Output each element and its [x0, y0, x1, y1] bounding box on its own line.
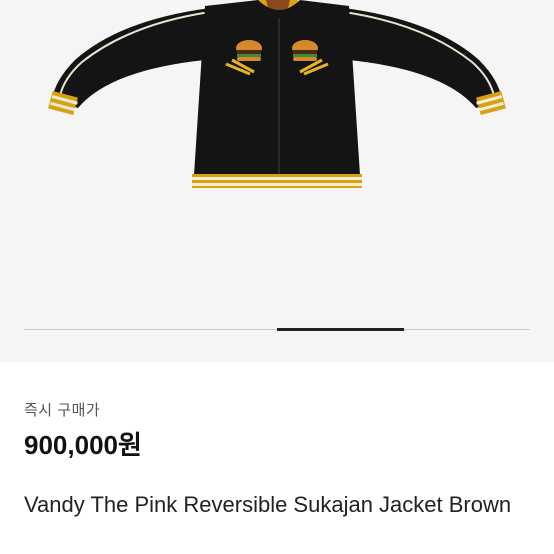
- price-value: 900,000원: [24, 430, 142, 460]
- product-title: Vandy The Pink Reversible Sukajan Jacket…: [24, 492, 512, 517]
- price-label: 즉시 구매가: [24, 402, 101, 419]
- carousel-progress-indicator: [277, 328, 404, 331]
- carousel-progress-track: [24, 328, 530, 331]
- product-image-gallery[interactable]: [0, 0, 554, 362]
- jacket-product-image: [48, 0, 506, 188]
